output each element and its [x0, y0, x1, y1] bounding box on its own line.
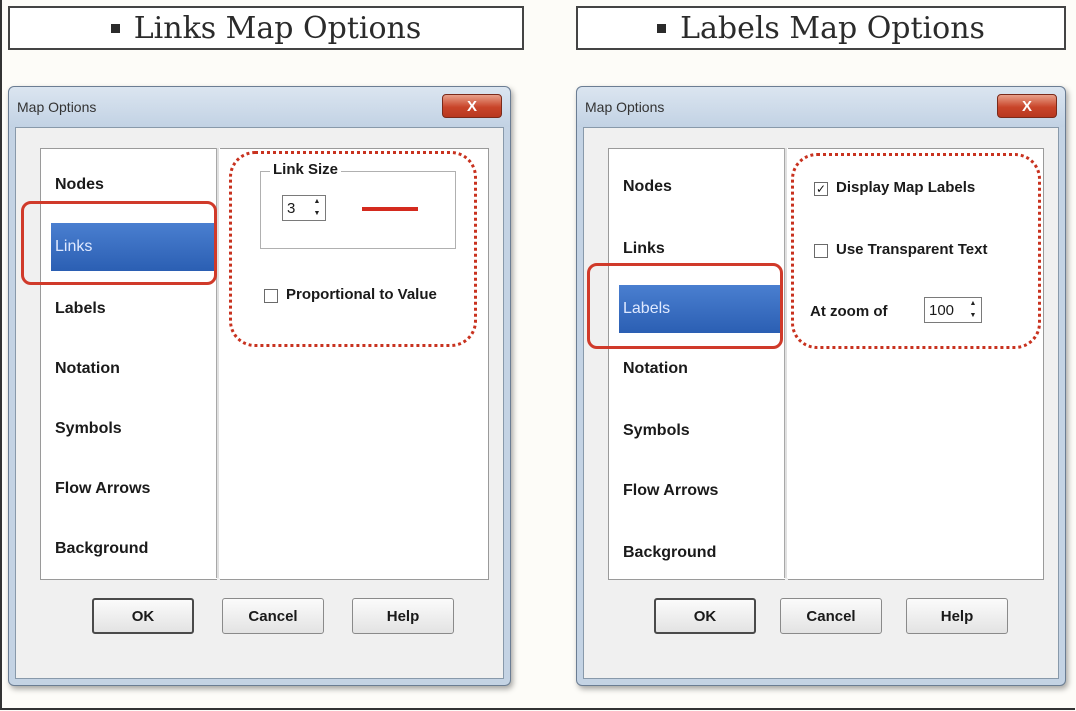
sidebar-item-background[interactable]: Background [619, 529, 783, 577]
dialog-titlebar: Map Options X [9, 87, 510, 127]
cancel-button[interactable]: Cancel [222, 598, 324, 634]
help-button[interactable]: Help [906, 598, 1008, 634]
sidebar-item-labels[interactable]: Labels [51, 285, 215, 333]
labels-heading: Labels Map Options [576, 6, 1066, 50]
help-button[interactable]: Help [352, 598, 454, 634]
bullet-icon [110, 23, 120, 33]
close-button[interactable]: X [997, 94, 1057, 118]
options-sidebar: Nodes Links Labels Notation Symbols Flow… [608, 148, 785, 580]
sidebar-item-symbols[interactable]: Symbols [619, 407, 783, 455]
dialog-title: Map Options [585, 99, 665, 115]
cancel-button[interactable]: Cancel [780, 598, 882, 634]
links-options-highlight [229, 151, 477, 347]
sidebar-item-flow-arrows[interactable]: Flow Arrows [619, 467, 783, 515]
sidebar-item-notation[interactable]: Notation [619, 345, 783, 393]
labels-highlight-box [587, 263, 783, 349]
dialog-title: Map Options [17, 99, 97, 115]
links-heading-text: Links Map Options [133, 10, 422, 46]
dialog-titlebar: Map Options X [577, 87, 1065, 127]
links-highlight-box [21, 201, 217, 285]
sidebar-item-symbols[interactable]: Symbols [51, 405, 215, 453]
ok-button[interactable]: OK [92, 598, 194, 634]
close-icon: X [466, 97, 477, 115]
sidebar-item-background[interactable]: Background [51, 525, 215, 573]
ok-button[interactable]: OK [654, 598, 756, 634]
bullet-icon [657, 23, 667, 33]
sidebar-item-flow-arrows[interactable]: Flow Arrows [51, 465, 215, 513]
labels-map-options-dialog: Map Options X Nodes Links Labels Notatio… [576, 86, 1066, 686]
labels-heading-text: Labels Map Options [680, 10, 985, 46]
labels-options-highlight [791, 153, 1041, 349]
close-icon: X [1021, 97, 1032, 115]
close-button[interactable]: X [442, 94, 502, 118]
links-heading: Links Map Options [8, 6, 524, 50]
sidebar-item-notation[interactable]: Notation [51, 345, 215, 393]
sidebar-item-nodes[interactable]: Nodes [619, 163, 783, 211]
links-map-options-dialog: Map Options X Nodes Links Labels Notatio… [8, 86, 511, 686]
